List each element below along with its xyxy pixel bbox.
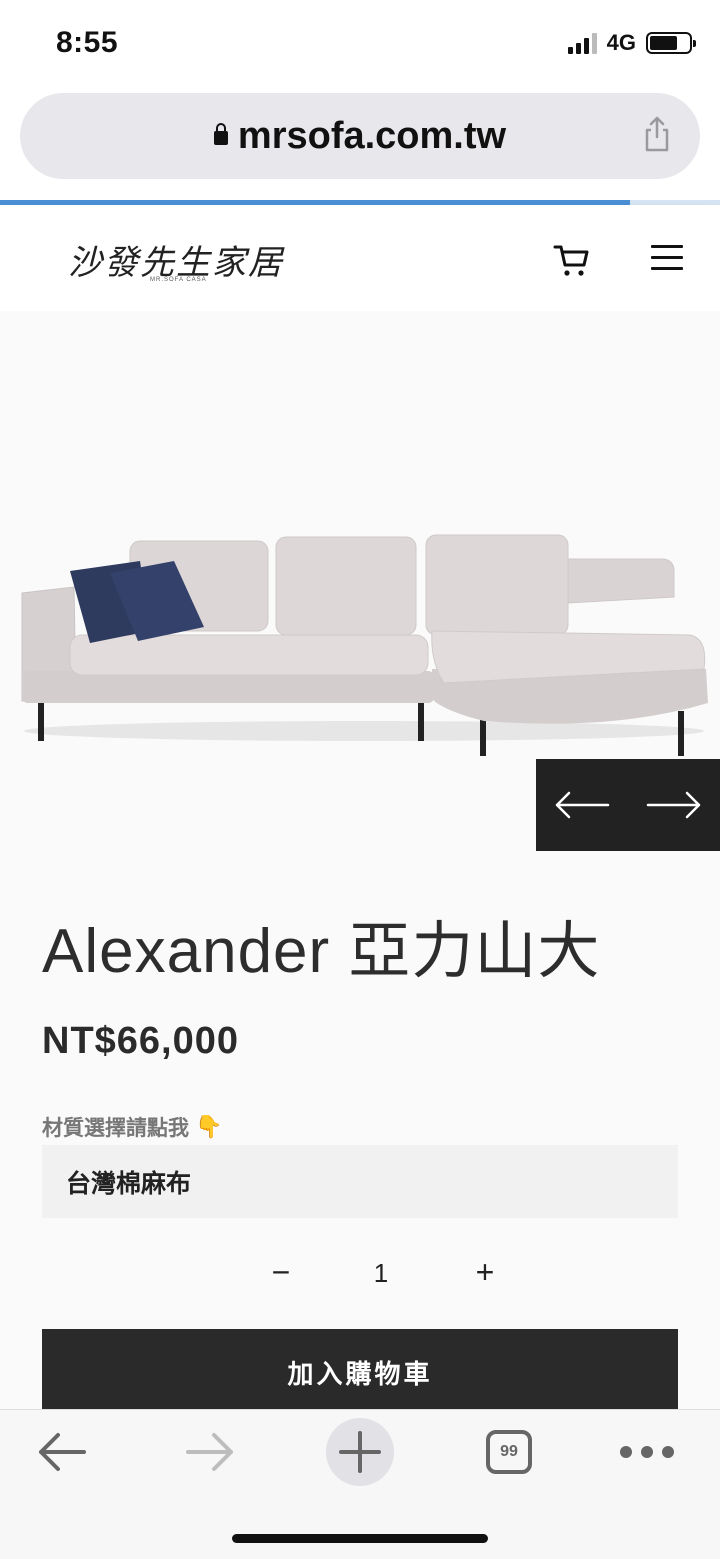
network-type: 4G — [606, 30, 636, 55]
forward-icon[interactable] — [184, 1430, 236, 1474]
option-label: 材質選擇請點我 👇 — [42, 1112, 222, 1142]
arrow-right-icon[interactable] — [646, 790, 702, 820]
arrow-left-icon[interactable] — [554, 790, 610, 820]
battery-icon — [646, 32, 696, 54]
more-icon[interactable] — [620, 1446, 674, 1458]
product-title: Alexander 亞力山大 — [42, 917, 601, 986]
site-logo-subtext: MR.SOFA CASA — [150, 277, 207, 283]
status-time: 8:55 — [56, 26, 119, 59]
new-tab-button[interactable] — [326, 1418, 394, 1486]
product-gallery[interactable] — [0, 311, 720, 851]
menu-icon[interactable] — [651, 245, 683, 271]
product-price: NT$66,000 — [42, 1020, 240, 1062]
status-indicators: 4G — [567, 30, 696, 56]
add-to-cart-button[interactable]: 加入購物車 — [42, 1329, 678, 1415]
product-image — [21, 534, 708, 756]
url-text: mrsofa.com.tw — [237, 114, 507, 157]
quantity-value[interactable]: 1 — [366, 1258, 396, 1289]
quantity-increase-button[interactable]: + — [470, 1254, 500, 1294]
address-bar-area: mrsofa.com.tw — [0, 88, 720, 200]
quantity-decrease-button[interactable]: − — [266, 1254, 296, 1294]
signal-icon — [567, 32, 597, 54]
option-label-text: 材質選擇請點我 — [42, 1117, 189, 1140]
back-icon[interactable] — [36, 1430, 88, 1474]
lock-icon — [213, 123, 228, 145]
site-header: 沙發先生家居 MR.SOFA CASA — [0, 205, 720, 311]
material-select[interactable]: 台灣棉麻布 — [42, 1145, 678, 1218]
status-bar: 8:55 4G — [0, 0, 720, 88]
home-indicator[interactable] — [232, 1534, 488, 1543]
pointing-down-icon: 👇 — [195, 1114, 223, 1139]
cart-icon[interactable] — [553, 243, 591, 279]
gallery-arrows — [536, 759, 720, 851]
browser-toolbar: 99 — [0, 1409, 720, 1559]
tab-count-button[interactable]: 99 — [486, 1430, 532, 1474]
quantity-stepper: − 1 + — [0, 1250, 720, 1300]
plus-icon — [339, 1431, 381, 1473]
share-icon[interactable] — [642, 115, 672, 153]
battery-fill — [650, 36, 677, 50]
address-bar[interactable]: mrsofa.com.tw — [20, 93, 700, 179]
